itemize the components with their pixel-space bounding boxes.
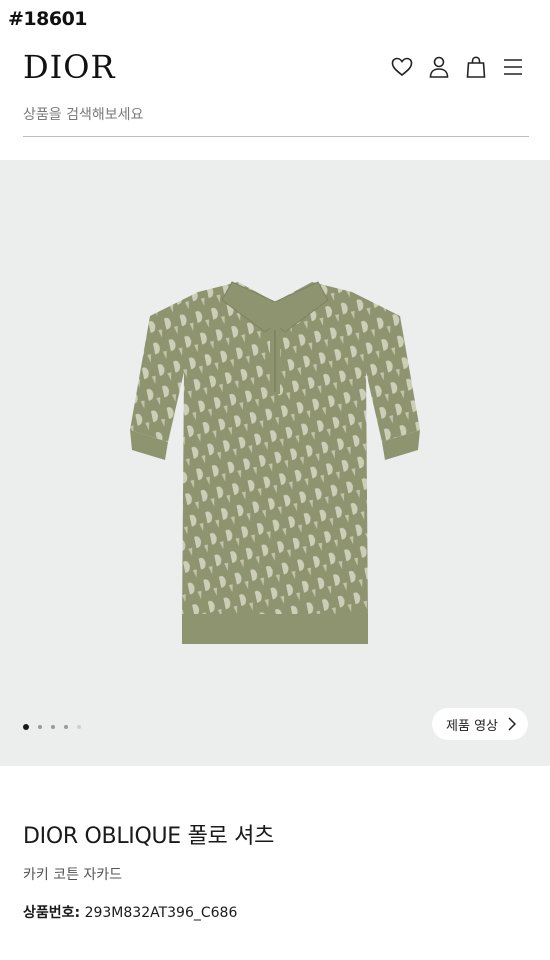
product-subtitle: 카키 코튼 자카드 bbox=[23, 867, 123, 883]
brand-logo[interactable]: DIOR bbox=[23, 48, 116, 86]
product-sku: 상품번호: 293M832AT396_C686 bbox=[23, 902, 237, 922]
carousel-dot[interactable] bbox=[51, 725, 55, 729]
carousel-dot[interactable] bbox=[38, 725, 42, 729]
search-bar[interactable] bbox=[23, 100, 529, 137]
product-video-label: 제품 영상 bbox=[446, 718, 498, 734]
header-icons bbox=[389, 54, 526, 80]
search-input[interactable] bbox=[23, 100, 529, 130]
carousel-dot[interactable] bbox=[77, 725, 81, 729]
product-title: DIOR OBLIQUE 폴로 셔츠 bbox=[23, 824, 275, 849]
shopping-bag-icon[interactable] bbox=[463, 54, 489, 80]
chevron-right-icon bbox=[508, 717, 516, 731]
sku-label: 상품번호: bbox=[23, 905, 81, 921]
carousel-dot[interactable] bbox=[64, 725, 68, 729]
sku-value: 293M832AT396_C686 bbox=[84, 905, 238, 921]
menu-icon[interactable] bbox=[500, 54, 526, 80]
product-image-gallery[interactable]: 제품 영상 bbox=[0, 160, 550, 766]
heart-icon[interactable] bbox=[389, 54, 415, 80]
carousel-dot-active[interactable] bbox=[23, 724, 29, 730]
listing-number-tag: #18601 bbox=[8, 8, 88, 30]
product-image bbox=[130, 281, 420, 644]
site-header: DIOR bbox=[0, 40, 550, 100]
carousel-indicators bbox=[23, 724, 81, 730]
user-icon[interactable] bbox=[426, 54, 452, 80]
product-video-button[interactable]: 제품 영상 bbox=[432, 708, 528, 740]
